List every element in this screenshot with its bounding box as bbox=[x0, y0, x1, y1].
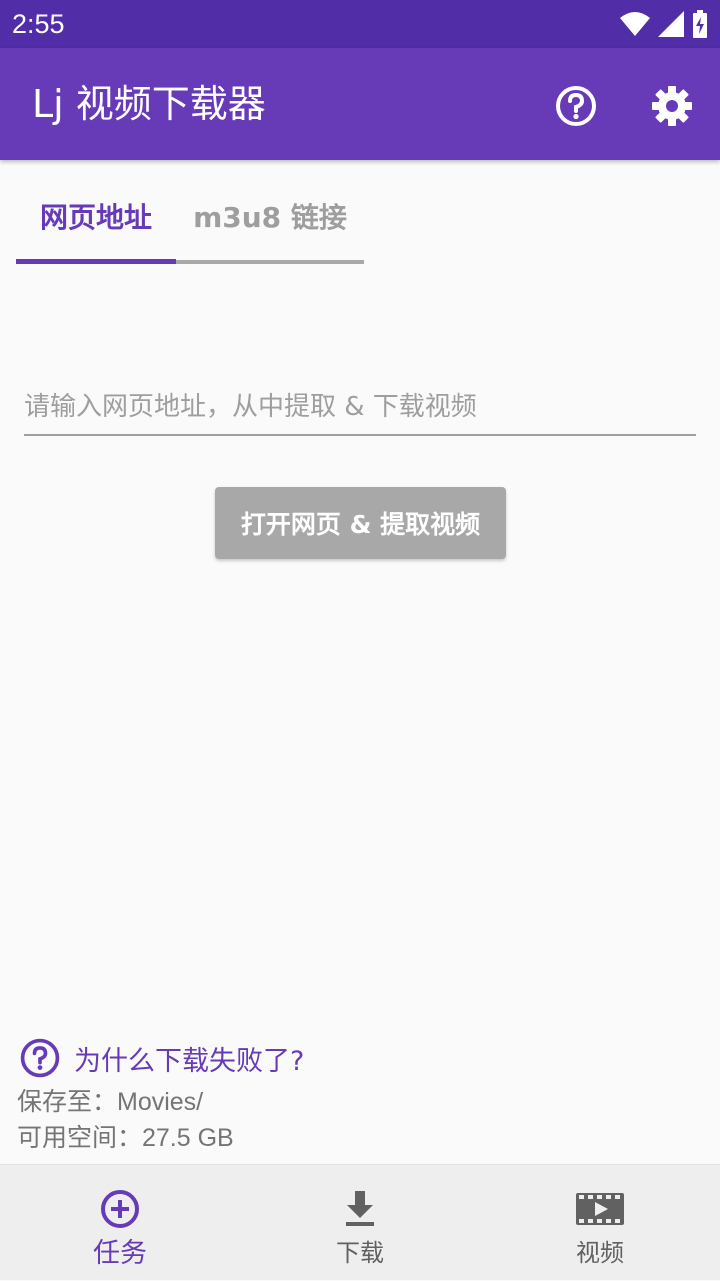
download-icon bbox=[346, 1191, 374, 1226]
tab-active-indicator bbox=[16, 259, 176, 264]
status-time: 2:55 bbox=[12, 9, 65, 39]
nav-videos[interactable]: 视频 bbox=[480, 1165, 720, 1281]
status-icons bbox=[620, 10, 708, 38]
battery-charging-icon bbox=[693, 10, 707, 38]
status-bar: 2:55 bbox=[0, 0, 720, 48]
open-and-extract-button[interactable]: 打开网页 & 提取视频 bbox=[215, 487, 506, 559]
signal-icon bbox=[658, 11, 684, 37]
help-icon bbox=[20, 1038, 60, 1078]
nav-videos-label: 视频 bbox=[576, 1239, 624, 1267]
nav-tasks[interactable]: 任务 bbox=[0, 1165, 240, 1281]
tab-bar: 网页地址 m3u8 链接 bbox=[16, 172, 364, 264]
why-download-failed-link[interactable]: 为什么下载失败了? bbox=[18, 1036, 304, 1080]
nav-downloads[interactable]: 下载 bbox=[240, 1165, 480, 1281]
video-icon bbox=[576, 1193, 624, 1225]
settings-icon bbox=[652, 86, 692, 126]
help-icon bbox=[556, 86, 596, 126]
app-title: Lj 视频下载器 bbox=[32, 82, 266, 126]
add-circle-icon bbox=[101, 1190, 139, 1228]
nav-tasks-label: 任务 bbox=[93, 1238, 147, 1269]
settings-button[interactable] bbox=[648, 82, 696, 130]
why-download-failed-label: 为什么下载失败了? bbox=[74, 1045, 305, 1077]
bottom-nav: 任务 下载 视频 bbox=[0, 1164, 720, 1280]
help-button[interactable] bbox=[552, 82, 600, 130]
free-space: 可用空间：27.5 GB bbox=[17, 1124, 234, 1152]
tab-m3u8-link[interactable]: m3u8 链接 bbox=[176, 172, 364, 264]
tab-web-address[interactable]: 网页地址 bbox=[16, 172, 176, 264]
app-bar: Lj 视频下载器 bbox=[0, 48, 720, 160]
wifi-icon bbox=[620, 12, 650, 36]
nav-downloads-label: 下载 bbox=[336, 1239, 384, 1267]
save-location: 保存至：Movies/ bbox=[17, 1088, 204, 1116]
url-input[interactable] bbox=[24, 380, 696, 436]
